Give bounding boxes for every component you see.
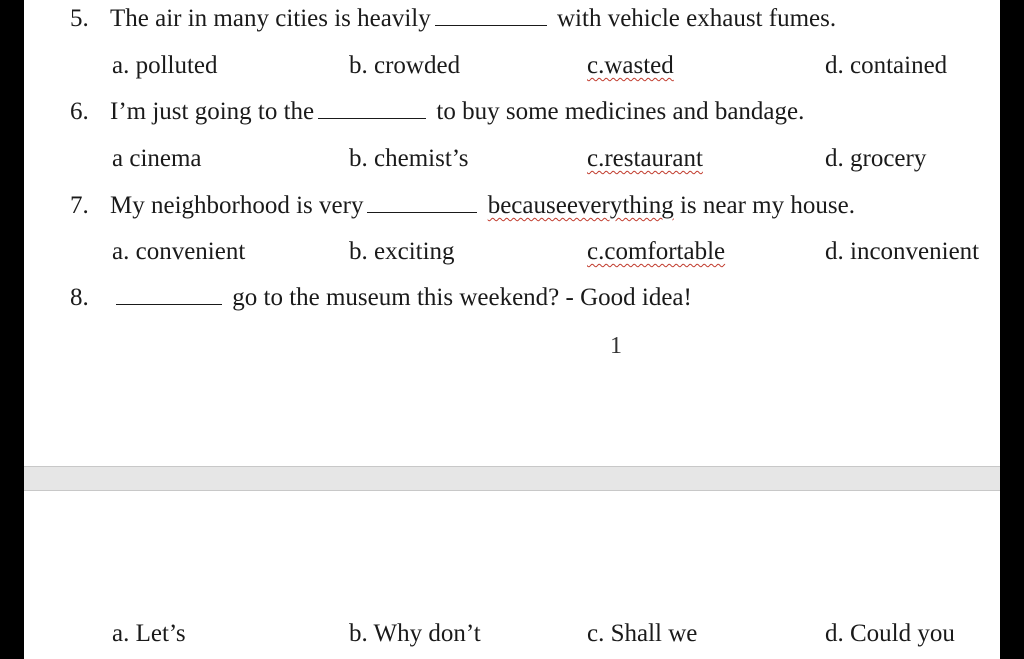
document-page-2: a. Let’s b. Why don’t c. Shall we d. Cou… <box>24 491 1000 659</box>
page-number: 1 <box>610 333 622 359</box>
question-8-text-after: go to the museum this weekend? - Good id… <box>232 284 692 311</box>
question-6-text-after: to buy some medicines and bandage. <box>436 98 805 125</box>
question-6-option-c: c.restaurant <box>587 145 703 172</box>
question-7-text-after: is near my house. <box>679 192 855 219</box>
question-8-option-b: b. Why don’t <box>349 620 481 647</box>
document-page-1: 5. The air in many cities is heavily wit… <box>24 0 1000 466</box>
question-8-option-a: a. Let’s <box>112 620 186 647</box>
question-5-option-a: a. polluted <box>112 52 218 79</box>
question-6-number: 6. <box>70 98 89 125</box>
question-7-text-before: My neighborhood is very <box>110 192 364 219</box>
question-5-text-before: The air in many cities is heavily <box>110 5 431 32</box>
question-6-option-b: b. chemist’s <box>349 145 469 172</box>
question-7-squiggle-word: becauseeverything <box>487 192 674 219</box>
question-5-text-after: with vehicle exhaust fumes. <box>557 5 837 32</box>
question-5-number: 5. <box>70 5 89 32</box>
page-break-gap <box>24 466 1000 491</box>
question-8-option-c: c. Shall we <box>587 620 698 647</box>
question-6-option-d: d. grocery <box>825 145 927 172</box>
question-7-option-b: b. exciting <box>349 238 455 265</box>
question-5-option-b: b. crowded <box>349 52 461 79</box>
question-7-option-c: c.comfortable <box>587 238 726 265</box>
question-5-stem: The air in many cities is heavily with v… <box>110 4 836 34</box>
question-8-blank <box>116 284 222 305</box>
question-7-option-d: d. inconvenient <box>825 238 980 265</box>
question-6-blank <box>318 98 427 119</box>
question-6-stem: I’m just going to the to buy some medici… <box>110 97 804 127</box>
question-7-number: 7. <box>70 192 89 219</box>
question-5-option-d: d. contained <box>825 52 948 79</box>
question-6-option-a: a cinema <box>112 145 202 172</box>
question-8-stem: go to the museum this weekend? - Good id… <box>116 283 692 313</box>
question-7-stem: My neighborhood is very becauseeverythin… <box>110 191 855 221</box>
question-7-blank <box>367 192 478 213</box>
question-8-number: 8. <box>70 284 89 311</box>
question-7-option-a: a. convenient <box>112 238 246 265</box>
question-5-option-c: c.wasted <box>587 52 674 79</box>
question-5-blank <box>434 5 547 26</box>
question-8-option-d: d. Could you <box>825 620 955 647</box>
question-6-text-before: I’m just going to the <box>110 98 315 125</box>
